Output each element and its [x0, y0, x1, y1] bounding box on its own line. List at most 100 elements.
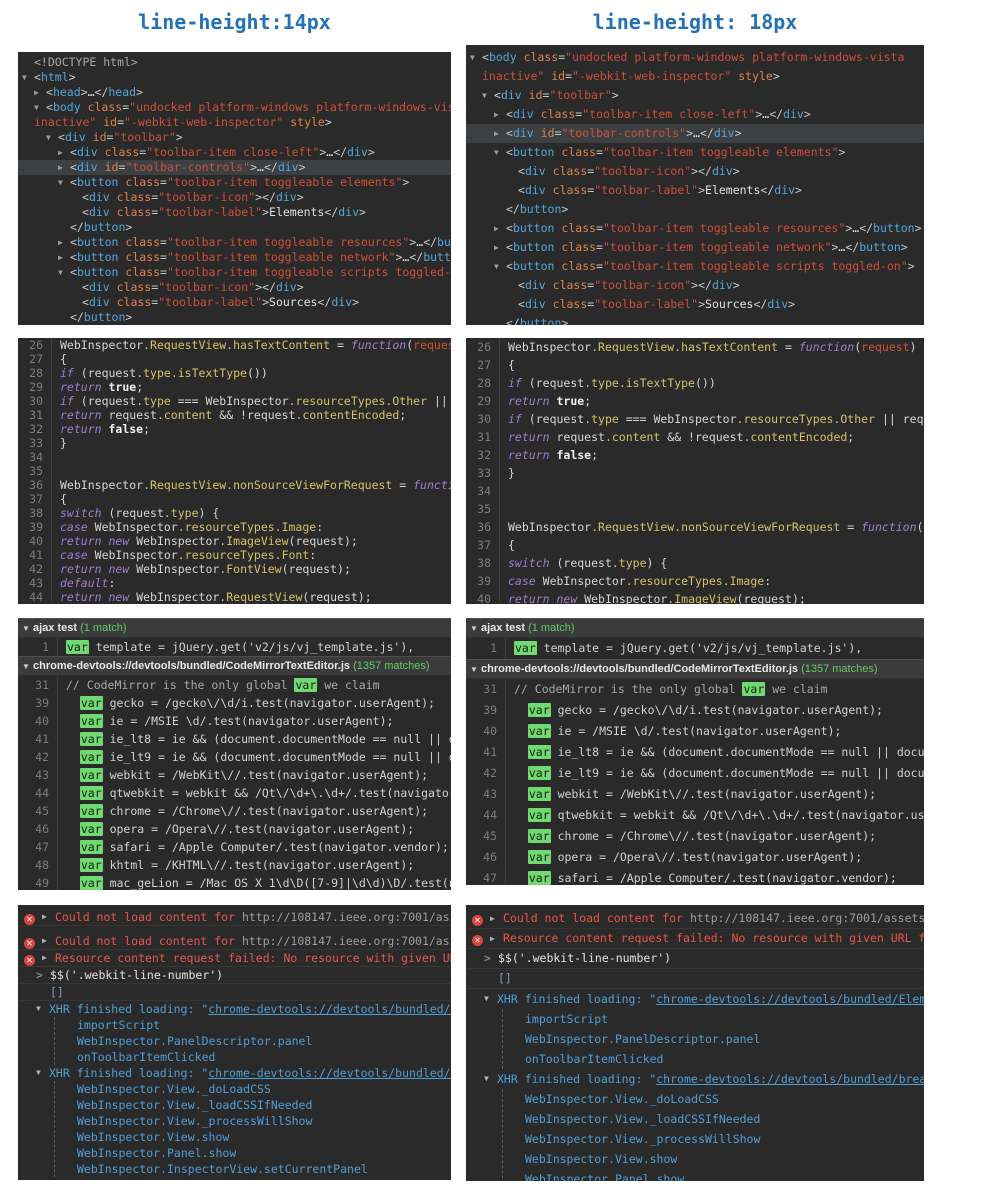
dom-tree-row[interactable]: <div class="toolbar-label">Elements</div… [18, 205, 451, 220]
search-result-line[interactable]: 39 var gecko = /gecko\/\d/i.test(navigat… [18, 694, 451, 712]
disclosure-triangle-icon[interactable]: ▼ [58, 265, 70, 280]
source-line[interactable]: 32 return false; [466, 446, 924, 464]
console-xhr-header[interactable]: ▼ XHR finished loading: "chrome-devtools:… [18, 1001, 451, 1017]
source-line[interactable]: 26 WebInspector.RequestView.hasTextConten… [18, 338, 451, 352]
source-line[interactable]: 38 switch (request.type) { [18, 506, 451, 520]
disclosure-triangle-icon[interactable]: ▶ [34, 85, 46, 100]
disclosure-triangle-icon[interactable]: ▶ [58, 160, 70, 175]
dom-tree-row[interactable]: <div class="toolbar-icon"></div> [18, 190, 451, 205]
console-error[interactable]: ✕ ▶ Resource content request failed: No re… [18, 950, 451, 967]
source-line[interactable]: 27 { [18, 352, 451, 366]
dom-tree-row[interactable]: ▶ <button class="toolbar-item toggleable … [18, 235, 451, 250]
disclosure-triangle-icon[interactable]: ▼ [36, 1001, 49, 1017]
dom-tree-row[interactable]: ▶ <button class="toolbar-item toggleable … [466, 219, 924, 238]
search-result-line[interactable]: 46 var opera = /Opera\//.test(navigator.… [466, 847, 924, 868]
source-line[interactable]: 28 if (request.type.isTextType()) [466, 374, 924, 392]
console-error[interactable]: ✕ ▶ Resource content request failed: No re… [466, 929, 924, 949]
search-result-line[interactable]: 43 var webkit = /WebKit\//.test(navigato… [466, 784, 924, 805]
search-result-line[interactable]: 45 var chrome = /Chrome\//.test(navigato… [18, 802, 451, 820]
disclosure-triangle-icon[interactable]: ▼ [494, 143, 506, 162]
source-line[interactable]: 37 { [466, 536, 924, 554]
disclosure-triangle-icon[interactable]: ▶ [490, 909, 503, 928]
dom-tree-row[interactable]: ▶ <head>…</head> [18, 85, 451, 100]
source-line[interactable]: 31 return request.content && !request.con… [18, 408, 451, 422]
dom-tree-row[interactable]: <div class="toolbar-label">Sources</div> [18, 295, 451, 310]
dom-tree-row[interactable]: <!DOCTYPE html> [18, 55, 451, 70]
source-line[interactable]: 30 if (request.type === WebInspector.reso… [18, 394, 451, 408]
dom-tree-row[interactable]: ▼ <button class="toolbar-item toggleable … [18, 175, 451, 190]
resource-link[interactable]: chrome-devtools://devtools/bundled/break… [208, 1066, 451, 1080]
source-line[interactable]: 32 return false; [18, 422, 451, 436]
search-result-line[interactable]: 43 var webkit = /WebKit\//.test(navigato… [18, 766, 451, 784]
disclosure-triangle-icon[interactable]: ▼ [36, 1065, 49, 1081]
source-line[interactable]: 39 case WebInspector.resourceTypes.Image: [18, 520, 451, 534]
resource-link[interactable]: chrome-devtools://devtools/bundled/Eleme… [656, 992, 924, 1006]
disclosure-triangle-icon[interactable]: ▶ [58, 145, 70, 160]
console-xhr-header[interactable]: ▼ XHR finished loading: "chrome-devtools:… [466, 989, 924, 1009]
disclosure-triangle-icon[interactable]: ▼ [22, 619, 33, 637]
disclosure-triangle-icon[interactable]: ▼ [494, 257, 506, 276]
dom-tree-row[interactable]: </button> [18, 310, 451, 325]
search-result-line[interactable]: 31// CodeMirror is the only global var w… [18, 676, 451, 694]
console-prompt[interactable]: > $$('.webkit-line-number') [466, 949, 924, 969]
dom-tree-row[interactable]: inactive" id="-webkit-web-inspector" sty… [18, 115, 451, 130]
console-prompt[interactable]: > $$('.webkit-line-number') [18, 967, 451, 984]
search-result-line[interactable]: 40 var ie = /MSIE \d/.test(navigator.use… [466, 721, 924, 742]
search-result-line[interactable]: 47 var safari = /Apple Computer/.test(na… [18, 838, 451, 856]
source-line[interactable]: 36 WebInspector.RequestView.nonSourceView… [466, 518, 924, 536]
dom-tree-row[interactable]: ▼ <button class="toolbar-item toggleable … [466, 257, 924, 276]
source-line[interactable]: 38 switch (request.type) { [466, 554, 924, 572]
console-error[interactable]: ✕ ▶ Could not load content for http://1081… [18, 933, 451, 950]
disclosure-triangle-icon[interactable]: ▶ [494, 105, 506, 124]
source-line[interactable]: 29 return true; [18, 380, 451, 394]
search-result-line[interactable]: 42 var ie_lt9 = ie && (document.document… [18, 748, 451, 766]
source-line[interactable]: 35 [18, 464, 451, 478]
dom-tree-row[interactable]: </button> [466, 314, 924, 325]
source-line[interactable]: 36 WebInspector.RequestView.nonSourceView… [18, 478, 451, 492]
source-line[interactable]: 26 WebInspector.RequestView.hasTextConten… [466, 338, 924, 356]
disclosure-triangle-icon[interactable]: ▶ [58, 235, 70, 250]
search-file-header[interactable]: ▼ ajax test (1 match) [466, 618, 924, 638]
source-line[interactable]: 44 return new WebInspector.RequestView(re… [18, 590, 451, 604]
dom-tree-row[interactable]: ▶ <div class="toolbar-item close-left">…<… [466, 105, 924, 124]
dom-tree-row[interactable]: ▶ <div class="toolbar-item close-left">…<… [18, 145, 451, 160]
search-result-line[interactable]: 44 var qtwebkit = webkit && /Qt\/\d+\.\d… [466, 805, 924, 826]
dom-tree-row-selected[interactable]: ▶ <div id="toolbar-controls">…</div> [466, 124, 924, 143]
console-xhr-header[interactable]: ▼ XHR finished loading: "chrome-devtools:… [18, 1065, 451, 1081]
disclosure-triangle-icon[interactable]: ▼ [470, 619, 481, 637]
dom-tree-row[interactable]: ▼ <html> [18, 70, 451, 85]
disclosure-triangle-icon[interactable]: ▶ [494, 238, 506, 257]
dom-tree-row[interactable]: <div class="toolbar-icon"></div> [466, 162, 924, 181]
dom-tree-row[interactable]: ▼ <body class="undocked platform-windows … [18, 100, 451, 115]
disclosure-triangle-icon[interactable]: ▼ [58, 175, 70, 190]
disclosure-triangle-icon[interactable]: ▼ [484, 989, 497, 1009]
search-result-line[interactable]: 44 var qtwebkit = webkit && /Qt\/\d+\.\d… [18, 784, 451, 802]
dom-tree-row[interactable]: ▼ <body class="undocked platform-windows … [466, 48, 924, 67]
source-line[interactable]: 37 { [18, 492, 451, 506]
search-result-line[interactable]: 49 var mac_geLion = /Mac OS X 1\d\D([7-9… [18, 874, 451, 890]
source-line[interactable]: 27 { [466, 356, 924, 374]
disclosure-triangle-icon[interactable]: ▶ [42, 950, 55, 966]
search-result-line[interactable]: 46 var opera = /Opera\//.test(navigator.… [18, 820, 451, 838]
disclosure-triangle-icon[interactable]: ▼ [482, 86, 494, 105]
dom-tree-row[interactable]: <div class="toolbar-icon"></div> [466, 276, 924, 295]
source-line[interactable]: 33} [466, 464, 924, 482]
search-result-line[interactable]: 45 var chrome = /Chrome\//.test(navigato… [466, 826, 924, 847]
disclosure-triangle-icon[interactable]: ▶ [58, 250, 70, 265]
console-error[interactable]: ✕ ▶ Could not load content for http://1081… [18, 909, 451, 926]
resource-link[interactable]: chrome-devtools://devtools/bundled/Eleme… [208, 1002, 451, 1016]
search-result-line[interactable]: 42 var ie_lt9 = ie && (document.document… [466, 763, 924, 784]
dom-tree-row[interactable]: ▼ <div id="toolbar"> [466, 86, 924, 105]
source-line[interactable]: 28 if (request.type.isTextType()) [18, 366, 451, 380]
dom-tree-row[interactable]: ▼ <button class="toolbar-item toggleable … [18, 265, 451, 280]
disclosure-triangle-icon[interactable]: ▼ [484, 1069, 497, 1089]
source-line[interactable]: 35 [466, 500, 924, 518]
disclosure-triangle-icon[interactable]: ▼ [46, 130, 58, 145]
source-line[interactable]: 29 return true; [466, 392, 924, 410]
source-line[interactable]: 30 if (request.type === WebInspector.reso… [466, 410, 924, 428]
dom-tree-row[interactable]: <div class="toolbar-label">Sources</div> [466, 295, 924, 314]
disclosure-triangle-icon[interactable]: ▶ [494, 219, 506, 238]
dom-tree-row[interactable]: </button> [466, 200, 924, 219]
dom-tree-row[interactable]: ▶ <button class="toolbar-item toggleable … [18, 250, 451, 265]
search-result-line[interactable]: 31// CodeMirror is the only global var w… [466, 679, 924, 700]
